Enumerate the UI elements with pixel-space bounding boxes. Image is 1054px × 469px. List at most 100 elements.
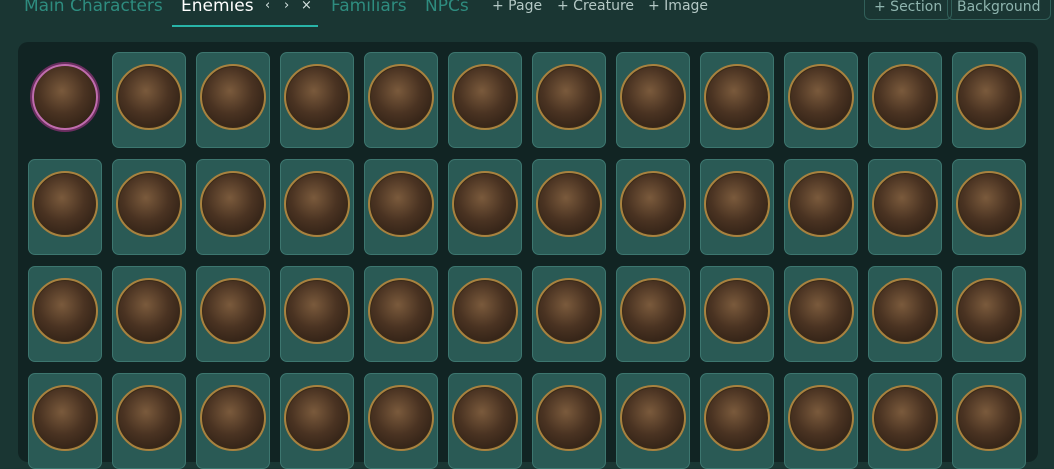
- orc-portrait: [200, 64, 266, 130]
- thug-portrait: [704, 64, 770, 130]
- tab-next-icon[interactable]: ›: [284, 0, 289, 13]
- tab-enemies[interactable]: Enemies: [181, 0, 254, 16]
- creature-card-giant-centipede[interactable]: [616, 266, 690, 362]
- creature-card-gnoll[interactable]: [532, 52, 606, 148]
- creature-card-rat-swarm[interactable]: [952, 159, 1026, 255]
- creature-card-giant-toad[interactable]: [784, 266, 858, 362]
- tab-close-icon[interactable]: ×: [301, 0, 312, 13]
- creature-card-ghoul[interactable]: [448, 52, 522, 148]
- creature-card-orc[interactable]: [196, 52, 270, 148]
- add-page-button[interactable]: + Page: [492, 0, 542, 14]
- lizard-warrior-portrait: [956, 278, 1022, 344]
- hooded-bandit-portrait: [620, 64, 686, 130]
- creature-card-skeleton[interactable]: [28, 159, 102, 255]
- creature-card-hooded-cultist[interactable]: [868, 52, 942, 148]
- zombie-portrait: [116, 171, 182, 237]
- skeleton-portrait: [32, 171, 98, 237]
- creature-card-black-bear[interactable]: [448, 266, 522, 362]
- creature-card-wight[interactable]: [448, 159, 522, 255]
- creature-card-mimic[interactable]: [700, 373, 774, 469]
- brown-bear-portrait: [536, 278, 602, 344]
- creature-card-hooded-bandit[interactable]: [616, 52, 690, 148]
- sahuagin-portrait: [116, 385, 182, 451]
- ochre-jelly-portrait: [872, 385, 938, 451]
- creature-card-treasure-chest-mimic[interactable]: [28, 52, 102, 148]
- ghost-portrait: [368, 171, 434, 237]
- creature-card-wolf[interactable]: [700, 159, 774, 255]
- creature-card-bald-mage[interactable]: [952, 52, 1026, 148]
- scorpion-portrait: [704, 278, 770, 344]
- minotaur-portrait: [620, 171, 686, 237]
- phase-spider-portrait: [116, 278, 182, 344]
- wolf-portrait: [704, 171, 770, 237]
- dire-wolf-portrait: [788, 171, 854, 237]
- wight-portrait: [452, 171, 518, 237]
- ghast-portrait: [200, 171, 266, 237]
- creature-card-phase-spider[interactable]: [112, 266, 186, 362]
- creature-card-ogre[interactable]: [532, 159, 606, 255]
- creature-card-swamp-troll[interactable]: [448, 373, 522, 469]
- creature-card-crab[interactable]: [616, 373, 690, 469]
- creature-grid: [18, 42, 1038, 469]
- ogre-portrait: [536, 171, 602, 237]
- creature-card-giant-spider[interactable]: [28, 266, 102, 362]
- boar-portrait: [368, 278, 434, 344]
- creature-card-red-orc[interactable]: [280, 52, 354, 148]
- creature-card-dragon-skeleton[interactable]: [952, 373, 1026, 469]
- dragon-skeleton-portrait: [956, 385, 1022, 451]
- tab-npcs[interactable]: NPCs: [425, 0, 469, 16]
- creature-card-shadow[interactable]: [280, 159, 354, 255]
- creature-card-gelatinous-cube[interactable]: [784, 373, 858, 469]
- tab-familiars[interactable]: Familiars: [331, 0, 407, 16]
- bald-mage-portrait: [956, 64, 1022, 130]
- creature-card-boar[interactable]: [364, 266, 438, 362]
- goblin-scout-portrait: [284, 385, 350, 451]
- creature-card-dire-wolf[interactable]: [784, 159, 858, 255]
- add-section-button[interactable]: + Section: [864, 0, 953, 20]
- tab-prev-icon[interactable]: ‹: [265, 0, 270, 13]
- creature-card-lizard-warrior[interactable]: [952, 266, 1026, 362]
- creature-card-thug[interactable]: [700, 52, 774, 148]
- crab-portrait: [620, 385, 686, 451]
- giant-rat-portrait: [872, 171, 938, 237]
- creature-card-bullywug[interactable]: [28, 373, 102, 469]
- creature-card-ochre-jelly[interactable]: [868, 373, 942, 469]
- creature-card-crocodile[interactable]: [868, 266, 942, 362]
- top-toolbar: Main Characters Enemies ‹ › × Familiars …: [0, 0, 1054, 30]
- background-button[interactable]: Background: [947, 0, 1051, 20]
- shadow-portrait: [284, 171, 350, 237]
- creature-card-brown-bear[interactable]: [532, 266, 606, 362]
- active-tab-underline: [172, 25, 318, 27]
- treasure-chest-mimic-portrait: [32, 64, 98, 130]
- tab-main-characters[interactable]: Main Characters: [24, 0, 163, 16]
- rat-swarm-portrait: [956, 171, 1022, 237]
- giant-bat-portrait: [200, 278, 266, 344]
- creature-card-ghost[interactable]: [364, 159, 438, 255]
- creature-card-lizardfolk[interactable]: [112, 52, 186, 148]
- lizardfolk-portrait: [116, 64, 182, 130]
- female-bandit-portrait: [788, 64, 854, 130]
- swamp-troll-portrait: [452, 385, 518, 451]
- creature-card-kraken[interactable]: [532, 373, 606, 469]
- giant-spider-portrait: [32, 278, 98, 344]
- creature-card-zombie[interactable]: [112, 159, 186, 255]
- creature-card-ghast[interactable]: [196, 159, 270, 255]
- gelatinous-cube-portrait: [788, 385, 854, 451]
- giant-centipede-portrait: [620, 278, 686, 344]
- creature-card-red-bat[interactable]: [280, 266, 354, 362]
- creature-card-imp[interactable]: [196, 373, 270, 469]
- creature-card-sahuagin[interactable]: [112, 373, 186, 469]
- creature-card-giant-bat[interactable]: [196, 266, 270, 362]
- add-image-button[interactable]: + Image: [648, 0, 708, 14]
- add-creature-button[interactable]: + Creature: [557, 0, 634, 14]
- creature-card-goblin[interactable]: [364, 52, 438, 148]
- creature-card-goblin-scout[interactable]: [280, 373, 354, 469]
- creature-card-giant-rat[interactable]: [868, 159, 942, 255]
- kraken-portrait: [536, 385, 602, 451]
- troll-portrait: [368, 385, 434, 451]
- creature-card-female-bandit[interactable]: [784, 52, 858, 148]
- creature-card-scorpion[interactable]: [700, 266, 774, 362]
- crocodile-portrait: [872, 278, 938, 344]
- creature-card-minotaur[interactable]: [616, 159, 690, 255]
- creature-card-troll[interactable]: [364, 373, 438, 469]
